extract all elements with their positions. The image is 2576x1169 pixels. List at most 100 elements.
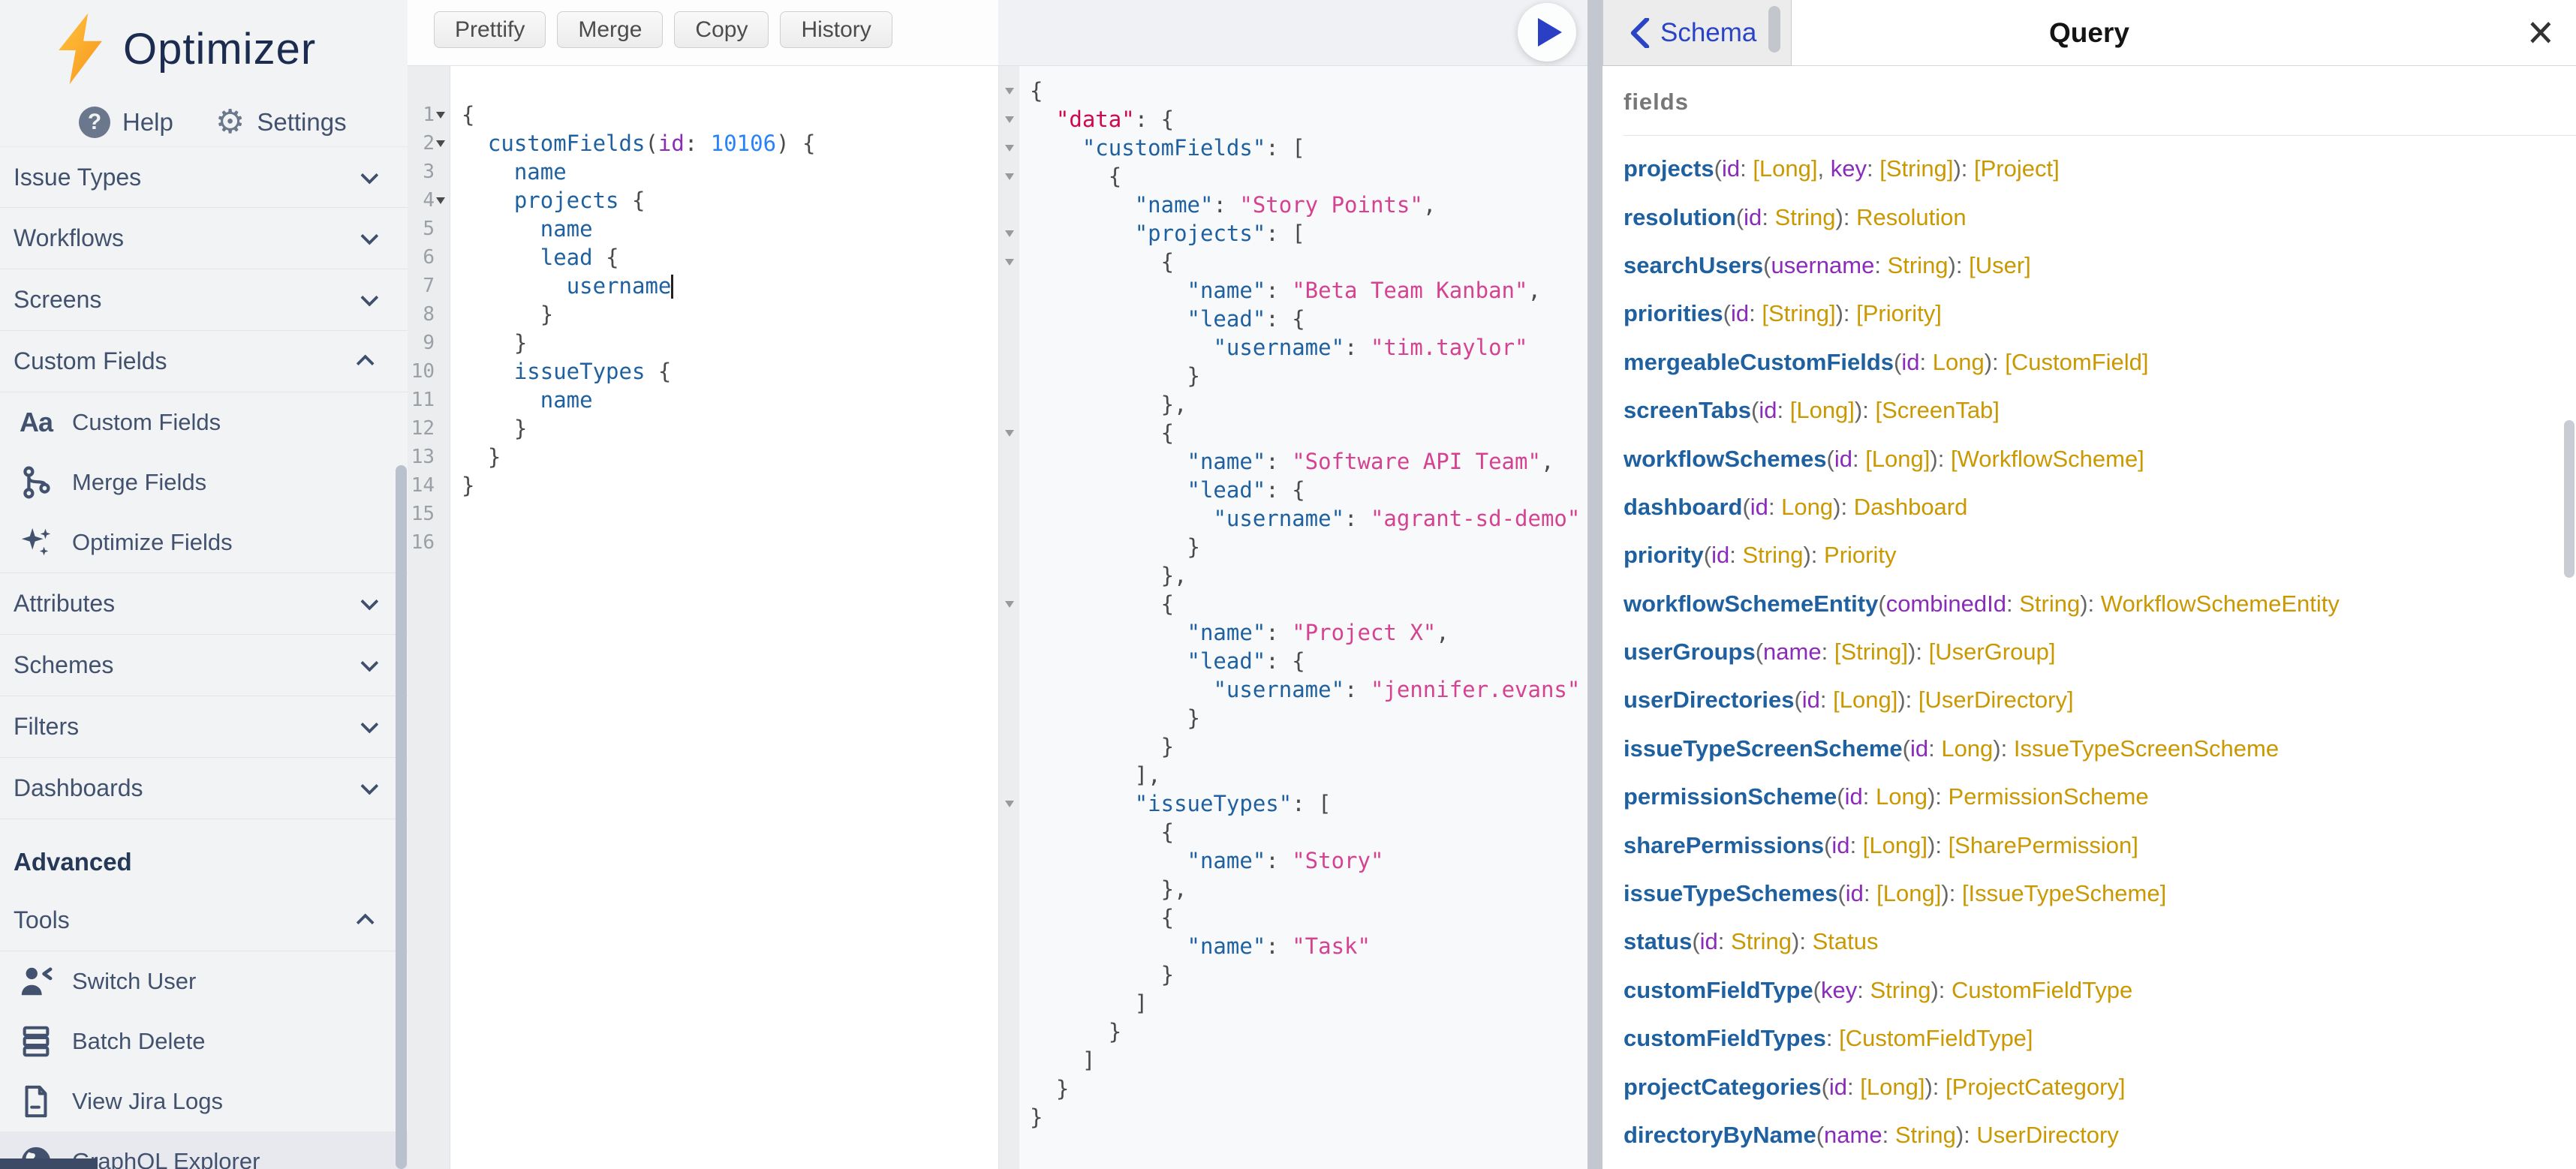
- field-name-link[interactable]: workflowSchemeEntity: [1624, 591, 1878, 618]
- field-name-link[interactable]: userDirectories: [1624, 687, 1794, 714]
- field-name-link[interactable]: priorities: [1624, 300, 1723, 327]
- doc-explorer-scrollbar[interactable]: [2564, 420, 2574, 578]
- return-type-link[interactable]: UserDirectory: [1976, 1122, 2118, 1149]
- field-name-link[interactable]: projectCategories: [1624, 1074, 1822, 1101]
- type-link[interactable]: Long: [1941, 735, 1993, 762]
- type-link[interactable]: [Long]: [1860, 1074, 1924, 1101]
- return-type-link[interactable]: [CustomFieldType]: [1839, 1025, 2033, 1052]
- field-name-link[interactable]: userGroups: [1624, 639, 1756, 666]
- fold-caret-icon[interactable]: [1005, 801, 1014, 807]
- field-name-link[interactable]: workflowSchemes: [1624, 446, 1826, 473]
- sidebar-section-tools[interactable]: Tools: [0, 890, 408, 951]
- pane-resize-handle[interactable]: [1587, 0, 1602, 1169]
- type-link[interactable]: [Long]: [1790, 397, 1855, 424]
- return-type-link[interactable]: Dashboard: [1854, 494, 1968, 521]
- type-link[interactable]: String: [1775, 204, 1836, 231]
- query-editor[interactable]: { customFields(id: 10106) { name project…: [451, 66, 998, 1169]
- return-type-link[interactable]: [UserGroup]: [1929, 639, 2056, 666]
- field-name-link[interactable]: customFieldTypes: [1624, 1025, 1826, 1052]
- schema-pane-scrollbar[interactable]: [1768, 6, 1780, 53]
- return-type-link[interactable]: [IssueTypeScheme]: [1962, 880, 2166, 907]
- field-name-link[interactable]: issueTypeScreenScheme: [1624, 735, 1903, 762]
- sidebar-item-batch-delete[interactable]: Batch Delete: [0, 1011, 408, 1071]
- sidebar-section-issue-types[interactable]: Issue Types: [0, 146, 408, 208]
- type-link[interactable]: String: [1870, 977, 1930, 1004]
- return-type-link[interactable]: PermissionScheme: [1949, 783, 2149, 810]
- settings-button[interactable]: ⚙ Settings: [215, 106, 347, 139]
- return-type-link[interactable]: CustomFieldType: [1952, 977, 2132, 1004]
- prettify-button[interactable]: Prettify: [434, 11, 546, 48]
- return-type-link[interactable]: [WorkflowScheme]: [1951, 446, 2144, 473]
- type-link[interactable]: Long: [1876, 783, 1927, 810]
- field-name-link[interactable]: screenTabs: [1624, 397, 1751, 424]
- type-link[interactable]: [String]: [1879, 155, 1953, 182]
- type-link[interactable]: [Long]: [1865, 446, 1930, 473]
- fold-caret-icon[interactable]: [1005, 88, 1014, 95]
- return-type-link[interactable]: [UserDirectory]: [1918, 687, 2074, 714]
- sidebar-scrollbar[interactable]: [396, 465, 407, 1169]
- return-type-link[interactable]: [ProjectCategory]: [1946, 1074, 2126, 1101]
- field-name-link[interactable]: dashboard: [1624, 494, 1742, 521]
- field-name-link[interactable]: priority: [1624, 542, 1704, 569]
- fold-caret-icon[interactable]: [1005, 230, 1014, 237]
- field-name-link[interactable]: projects: [1624, 155, 1714, 182]
- sidebar-item-switch-user[interactable]: Switch User: [0, 951, 408, 1011]
- type-link[interactable]: String: [2019, 591, 2080, 618]
- execute-query-button[interactable]: [1518, 3, 1576, 62]
- return-type-link[interactable]: IssueTypeScreenScheme: [2014, 735, 2279, 762]
- field-name-link[interactable]: customFieldType: [1624, 977, 1813, 1004]
- return-type-link[interactable]: [User]: [1969, 252, 2031, 279]
- type-link[interactable]: Long: [1781, 494, 1833, 521]
- type-link[interactable]: [Long]: [1876, 880, 1941, 907]
- return-type-link[interactable]: Resolution: [1856, 204, 1966, 231]
- sidebar-section-workflows[interactable]: Workflows: [0, 208, 408, 269]
- sidebar-section-screens[interactable]: Screens: [0, 269, 408, 331]
- close-icon[interactable]: ✕: [2526, 0, 2555, 68]
- type-link[interactable]: String: [1888, 252, 1949, 279]
- sidebar-section-schemes[interactable]: Schemes: [0, 635, 408, 696]
- field-name-link[interactable]: issueTypeSchemes: [1624, 880, 1837, 907]
- field-name-link[interactable]: permissionScheme: [1624, 783, 1837, 810]
- merge-button[interactable]: Merge: [557, 11, 663, 48]
- type-link[interactable]: String: [1731, 928, 1792, 955]
- return-type-link[interactable]: [SharePermission]: [1949, 832, 2138, 859]
- sidebar-section-attributes[interactable]: Attributes: [0, 573, 408, 635]
- fold-caret-icon[interactable]: [1005, 601, 1014, 608]
- return-type-link[interactable]: [Project]: [1974, 155, 2060, 182]
- sidebar-section-filters[interactable]: Filters: [0, 696, 408, 758]
- help-button[interactable]: ? Help: [79, 107, 173, 138]
- type-link[interactable]: [String]: [1762, 300, 1835, 327]
- type-link[interactable]: String: [1743, 542, 1804, 569]
- type-link[interactable]: [String]: [1834, 639, 1908, 666]
- type-link[interactable]: [Long]: [1753, 155, 1817, 182]
- type-link[interactable]: String: [1895, 1122, 1956, 1149]
- return-type-link[interactable]: [CustomField]: [2005, 349, 2148, 376]
- fold-caret-icon[interactable]: [1005, 116, 1014, 123]
- fold-caret-icon[interactable]: [436, 140, 445, 147]
- field-name-link[interactable]: searchUsers: [1624, 252, 1763, 279]
- return-type-link[interactable]: WorkflowSchemeEntity: [2101, 591, 2340, 618]
- sidebar-item-view-jira-logs[interactable]: View Jira Logs: [0, 1071, 408, 1131]
- fold-caret-icon[interactable]: [1005, 430, 1014, 437]
- return-type-link[interactable]: [Priority]: [1856, 300, 1942, 327]
- field-name-link[interactable]: resolution: [1624, 204, 1736, 231]
- field-name-link[interactable]: sharePermissions: [1624, 832, 1824, 859]
- sidebar-item-merge-fields[interactable]: Merge Fields: [0, 452, 408, 512]
- type-link[interactable]: [Long]: [1833, 687, 1897, 714]
- fold-caret-icon[interactable]: [1005, 173, 1014, 180]
- sidebar-section-custom-fields[interactable]: Custom Fields: [0, 331, 408, 392]
- sidebar-item-optimize-fields[interactable]: Optimize Fields: [0, 512, 408, 572]
- type-link[interactable]: Long: [1933, 349, 1985, 376]
- return-type-link[interactable]: [ScreenTab]: [1875, 397, 1999, 424]
- history-button[interactable]: History: [780, 11, 892, 48]
- schema-back-button[interactable]: Schema: [1602, 0, 1792, 66]
- return-type-link[interactable]: Priority: [1824, 542, 1896, 569]
- fold-caret-icon[interactable]: [1005, 259, 1014, 266]
- field-name-link[interactable]: mergeableCustomFields: [1624, 349, 1894, 376]
- fold-caret-icon[interactable]: [1005, 145, 1014, 152]
- type-link[interactable]: [Long]: [1863, 832, 1927, 859]
- return-type-link[interactable]: Status: [1813, 928, 1879, 955]
- sidebar-section-dashboards[interactable]: Dashboards: [0, 758, 408, 819]
- field-name-link[interactable]: directoryByName: [1624, 1122, 1816, 1149]
- copy-button[interactable]: Copy: [674, 11, 769, 48]
